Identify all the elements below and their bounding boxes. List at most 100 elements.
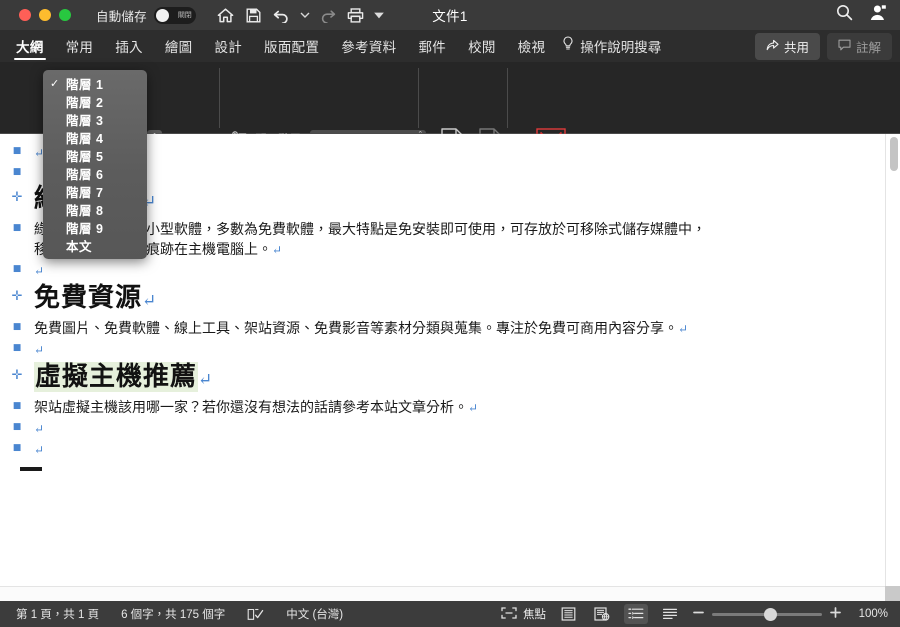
menu-item-label: 階層 9 <box>66 221 104 236</box>
tab-home[interactable]: 常用 <box>55 30 105 62</box>
outline-row-text: ↵ <box>34 418 44 439</box>
menu-item-level-3[interactable]: 階層 3 <box>43 110 147 128</box>
print-layout-view-icon[interactable] <box>556 604 580 624</box>
tab-label: 參考資料 <box>341 40 397 55</box>
outline-heading-text: 免費資源↵ <box>34 281 157 318</box>
outline-row-heading[interactable]: ✛ 免費資源↵ <box>0 281 884 318</box>
tab-label: 插入 <box>115 40 143 55</box>
menu-item-label: 階層 3 <box>66 113 104 128</box>
tab-outline[interactable]: 大網 <box>5 30 55 62</box>
outline-row-heading[interactable]: ✛ 虛擬主機推薦↵ <box>0 360 884 397</box>
pilcrow-icon: ↵ <box>34 422 45 436</box>
tab-view[interactable]: 檢視 <box>507 30 557 62</box>
menu-item-level-1[interactable]: ✓ 階層 1 <box>43 74 147 92</box>
zoom-level-label[interactable]: 100% <box>852 608 888 620</box>
tab-label: 校閱 <box>468 40 496 55</box>
heading-expand-marker-icon[interactable]: ✛ <box>0 360 34 382</box>
body-marker-icon[interactable]: ■ <box>0 397 34 411</box>
focus-mode-button[interactable]: 焦點 <box>501 606 546 622</box>
body-marker-icon[interactable]: ■ <box>0 439 34 453</box>
title-bar: 自動儲存 關閉 文件1 <box>0 0 900 30</box>
heading-expand-marker-icon[interactable]: ✛ <box>0 182 34 204</box>
tab-layout[interactable]: 版面配置 <box>253 30 330 62</box>
outline-row-text: 免費圖片、免費軟體、線上工具、架站資源、免費影音等素材分類與蒐集。專注於免費可商… <box>34 318 688 339</box>
focus-label: 焦點 <box>523 609 546 621</box>
menu-item-level-9[interactable]: 階層 9 <box>43 218 147 236</box>
outline-row[interactable]: ■ 架站虛擬主機該用哪一家？若你還沒有想法的話請參考本站文章分析。↵ <box>0 397 884 418</box>
body-marker-icon[interactable]: ■ <box>0 318 34 332</box>
search-icon[interactable] <box>836 4 853 26</box>
vertical-scrollbar-thumb[interactable] <box>889 137 898 171</box>
menu-item-level-4[interactable]: 階層 4 <box>43 128 147 146</box>
menu-item-label: 階層 7 <box>66 185 104 200</box>
tab-label: 設計 <box>214 40 243 55</box>
outline-row-text: ↵ <box>34 439 44 460</box>
menu-item-level-2[interactable]: 階層 2 <box>43 92 147 110</box>
menu-item-label: 階層 2 <box>66 95 104 110</box>
document-title: 文件1 <box>432 9 468 24</box>
share-label: 共用 <box>783 40 809 55</box>
zoom-slider[interactable] <box>692 606 842 622</box>
outline-level-dropdown-menu[interactable]: ✓ 階層 1 階層 2 階層 3 階層 4 階層 5 階層 6 階層 7 階層 8… <box>43 70 147 259</box>
menu-item-label: 本文 <box>66 239 93 254</box>
body-marker-icon[interactable]: ■ <box>0 339 34 353</box>
vertical-scrollbar[interactable] <box>885 134 900 586</box>
body-marker-icon[interactable]: ■ <box>0 418 34 432</box>
outline-row[interactable]: ■ ↵ <box>0 260 884 281</box>
status-left-group: 第 1 頁，共 1 頁 6 個字，共 175 個字 中文 (台灣) <box>16 606 343 622</box>
language-indicator[interactable]: 中文 (台灣) <box>286 606 343 622</box>
body-marker-icon[interactable]: ■ <box>0 142 34 156</box>
titlebar-right-controls <box>836 0 888 30</box>
tab-references[interactable]: 參考資料 <box>330 30 407 62</box>
pilcrow-icon: ↵ <box>34 343 45 357</box>
body-marker-icon[interactable]: ■ <box>0 219 34 233</box>
page-indicator[interactable]: 第 1 頁，共 1 頁 <box>16 606 99 622</box>
menu-item-level-7[interactable]: 階層 7 <box>43 182 147 200</box>
zoom-slider-thumb[interactable] <box>764 607 777 621</box>
tab-label: 大網 <box>16 40 44 55</box>
outline-row[interactable]: ■ ↵ <box>0 418 884 439</box>
outline-row[interactable]: ■ ↵ <box>0 439 884 460</box>
word-count[interactable]: 6 個字，共 175 個字 <box>121 606 225 622</box>
menu-item-label: 階層 5 <box>66 149 104 164</box>
outline-view-icon[interactable] <box>624 604 648 624</box>
menu-item-body-text[interactable]: 本文 <box>43 236 147 254</box>
outline-row[interactable]: ■ 免費圖片、免費軟體、線上工具、架站資源、免費影音等素材分類與蒐集。專注於免費… <box>0 318 884 339</box>
comments-button[interactable]: 註解 <box>826 32 892 60</box>
menu-item-level-8[interactable]: 階層 8 <box>43 200 147 218</box>
status-right-group: 焦點 100% <box>501 604 888 624</box>
outline-row[interactable]: ■ ↵ <box>0 339 884 360</box>
zoom-out-icon[interactable] <box>692 606 705 622</box>
tab-design[interactable]: 設計 <box>203 30 253 62</box>
share-icon <box>766 39 779 54</box>
tab-mailings[interactable]: 郵件 <box>407 30 457 62</box>
comment-icon <box>838 39 851 54</box>
zoom-slider-track[interactable] <box>712 607 822 621</box>
horizontal-scrollbar[interactable] <box>0 586 885 601</box>
body-label: 架站虛擬主機該用哪一家？若你還沒有想法的話請參考本站文章分析。 <box>34 400 468 416</box>
body-marker-icon[interactable]: ■ <box>0 163 34 177</box>
tab-draw[interactable]: 繪圖 <box>154 30 204 62</box>
heading-expand-marker-icon[interactable]: ✛ <box>0 281 34 303</box>
menu-item-level-5[interactable]: 階層 5 <box>43 146 147 164</box>
body-marker-icon[interactable]: ■ <box>0 260 34 274</box>
tell-me-search[interactable]: 操作說明搜尋 <box>562 36 661 56</box>
tab-insert[interactable]: 插入 <box>104 30 154 62</box>
menu-item-level-6[interactable]: 階層 6 <box>43 164 147 182</box>
tab-label: 版面配置 <box>264 40 320 55</box>
share-button[interactable]: 共用 <box>754 32 820 60</box>
pilcrow-icon: ↵ <box>272 243 283 257</box>
proofing-check-icon[interactable] <box>247 608 264 621</box>
zoom-in-icon[interactable] <box>829 606 842 622</box>
pilcrow-icon: ↵ <box>142 291 158 311</box>
ribbon-tab-strip: 大網 常用 插入 繪圖 設計 版面配置 參考資料 郵件 校閱 檢視 操作說明搜尋… <box>0 30 900 62</box>
body-label: 免費圖片、免費軟體、線上工具、架站資源、免費影音等素材分類與蒐集。專注於免費可商… <box>34 321 678 337</box>
web-layout-view-icon[interactable] <box>590 604 614 624</box>
ribbon-right-actions: 共用 註解 <box>754 32 892 60</box>
account-icon[interactable] <box>869 4 888 26</box>
tab-review[interactable]: 校閱 <box>457 30 507 62</box>
menu-item-label: 階層 8 <box>66 203 104 218</box>
draft-view-icon[interactable] <box>658 604 682 624</box>
outline-row-text: ↵ <box>34 339 44 360</box>
heading-label: 免費資源 <box>34 283 143 313</box>
